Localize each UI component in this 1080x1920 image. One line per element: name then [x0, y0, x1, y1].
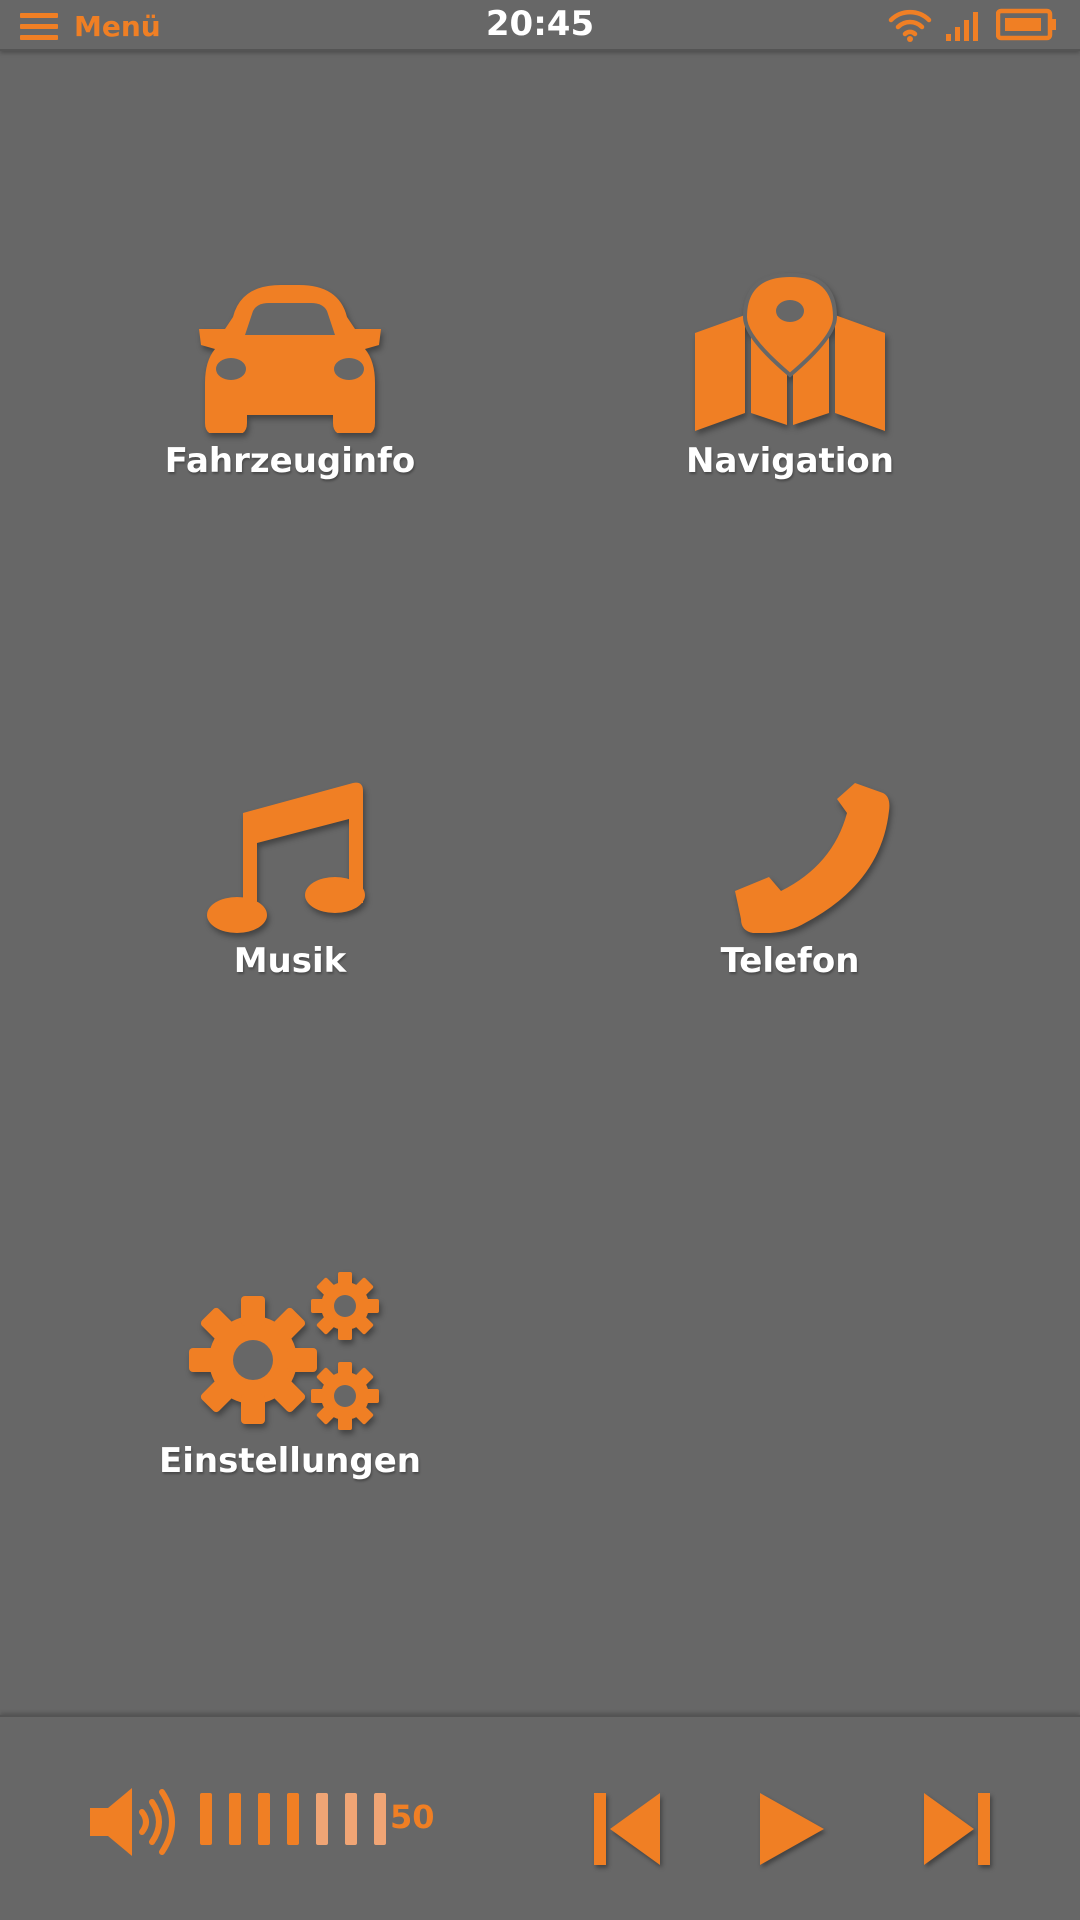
next-track-icon — [924, 1793, 990, 1865]
music-note-icon — [180, 768, 400, 933]
tile-label: Navigation — [686, 441, 894, 481]
tile-fahrzeuginfo[interactable]: Fahrzeuginfo — [140, 268, 440, 518]
signal-icon — [946, 12, 978, 41]
speaker-icon — [90, 1788, 175, 1856]
volume-bar[interactable] — [258, 1793, 270, 1845]
volume-bar[interactable] — [200, 1793, 212, 1845]
battery-icon — [996, 8, 1056, 41]
status-icons — [888, 8, 1058, 42]
wifi-icon — [888, 9, 932, 42]
tile-musik[interactable]: Musik — [140, 768, 440, 1018]
map-pin-icon — [680, 268, 900, 433]
play-icon — [760, 1793, 824, 1865]
play-button[interactable] — [756, 1789, 828, 1873]
tile-label: Musik — [233, 941, 347, 981]
volume-slider[interactable] — [200, 1793, 386, 1845]
car-icon — [180, 268, 400, 433]
tile-telefon[interactable]: Telefon — [640, 768, 940, 1018]
tile-einstellungen[interactable]: Einstellungen — [140, 1268, 440, 1518]
volume-bar[interactable] — [374, 1793, 386, 1845]
status-bar: Menü 20:45 — [0, 0, 1080, 51]
phone-icon — [680, 768, 900, 933]
volume-bar[interactable] — [345, 1793, 357, 1845]
volume-bar[interactable] — [316, 1793, 328, 1845]
volume-button[interactable] — [86, 1782, 186, 1866]
hamburger-menu-icon — [20, 10, 58, 42]
menu-label: Menü — [74, 9, 161, 43]
gears-icon — [180, 1268, 400, 1433]
tile-label: Fahrzeuginfo — [164, 441, 416, 481]
previous-track-icon — [594, 1793, 660, 1865]
previous-track-button[interactable] — [592, 1789, 664, 1873]
volume-bar[interactable] — [229, 1793, 241, 1845]
menu-button[interactable]: Menü — [20, 6, 161, 46]
clock: 20:45 — [485, 4, 595, 44]
tile-label: Einstellungen — [159, 1441, 421, 1481]
volume-value: 50 — [390, 1798, 435, 1836]
next-track-button[interactable] — [920, 1789, 992, 1873]
home-screen: Menü 20:45 Fahrzeuginfo Navigation Musik… — [0, 0, 1080, 1920]
tile-label: Telefon — [720, 941, 860, 981]
media-bar: 50 — [0, 1715, 1080, 1920]
tile-navigation[interactable]: Navigation — [640, 268, 940, 518]
volume-bar[interactable] — [287, 1793, 299, 1845]
